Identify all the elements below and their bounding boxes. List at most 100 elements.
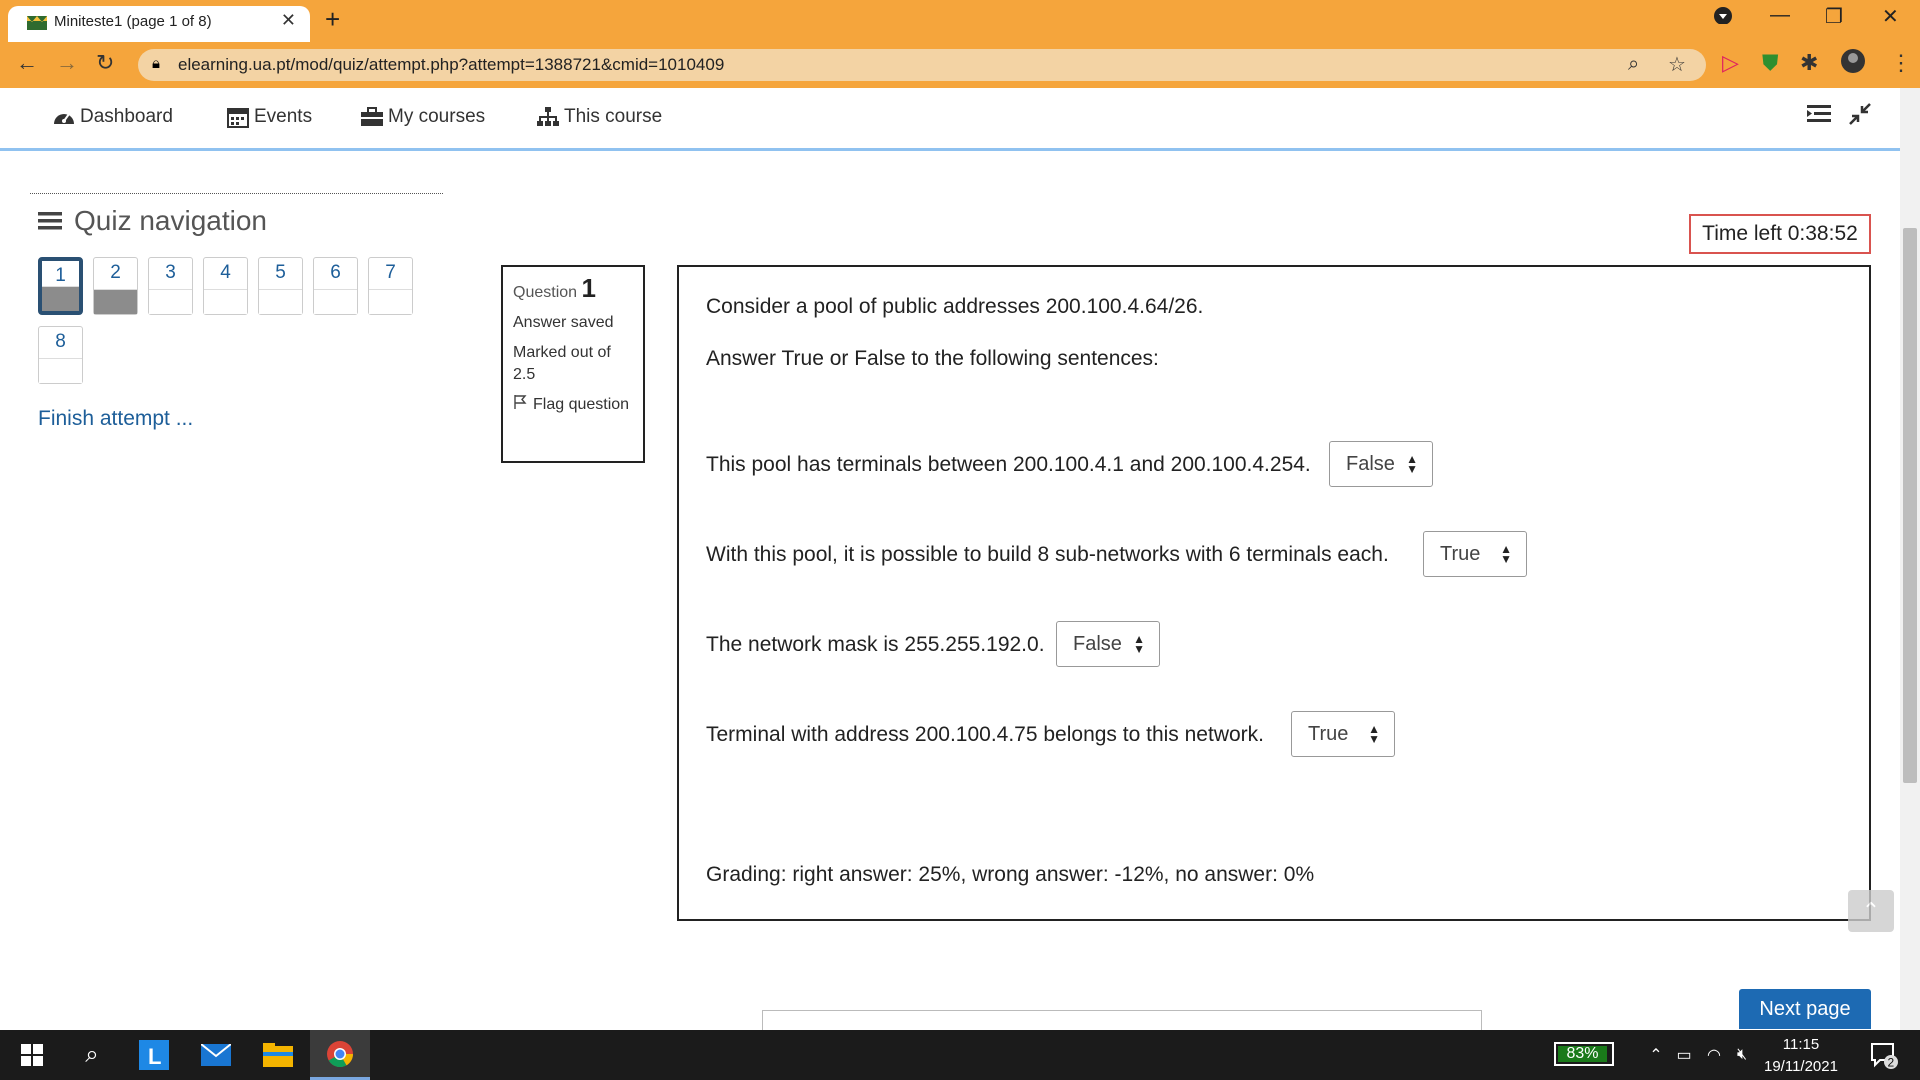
finish-attempt-link[interactable]: Finish attempt ... — [38, 407, 193, 431]
question-content: Consider a pool of public addresses 200.… — [677, 265, 1871, 921]
browser-menu-icon[interactable]: ⋮ — [1890, 50, 1912, 76]
extensions-puzzle-icon[interactable]: ✱ — [1800, 50, 1818, 76]
answer-select-4[interactable]: True ▲ ▼ — [1291, 711, 1395, 757]
notification-count: 2 — [1888, 1056, 1895, 1070]
chevron-up-icon[interactable]: ⌃ — [1646, 1030, 1666, 1080]
forward-icon[interactable]: → — [56, 50, 78, 76]
minimize-icon[interactable]: — — [1770, 4, 1790, 27]
quiz-nav-button-8[interactable]: 8 — [38, 326, 83, 384]
quiz-nav-button-label: 2 — [110, 262, 121, 283]
jump-to-select[interactable] — [762, 1010, 1482, 1031]
app-l-icon[interactable]: L — [136, 1030, 172, 1080]
browser-tab[interactable]: Miniteste1 (page 1 of 8) ✕ — [8, 6, 310, 42]
quiz-nav-button-1[interactable]: 1 — [38, 257, 83, 315]
reload-icon[interactable]: ↻ — [96, 50, 114, 76]
nav-dashboard-label: Dashboard — [80, 106, 173, 127]
zoom-icon[interactable]: ⌕ — [1628, 53, 1639, 76]
dashboard-icon — [54, 113, 74, 124]
quiz-nav-button-7[interactable]: 7 — [368, 257, 413, 315]
flag-question-button[interactable]: Flag question — [513, 394, 633, 417]
collapse-fullscreen-icon[interactable] — [1848, 102, 1872, 131]
svg-text:L: L — [148, 1044, 161, 1069]
statement-3: The network mask is 255.255.192.0. — [706, 633, 1045, 656]
volume-muted-icon[interactable]: 🔇︎ — [1730, 1030, 1754, 1080]
quiz-navigation-header[interactable]: Quiz navigation — [38, 205, 267, 237]
avatar[interactable] — [1840, 48, 1866, 80]
question-instruction: Answer True or False to the following se… — [706, 347, 1159, 370]
battery-percent: 83% — [1558, 1046, 1607, 1062]
windows-start-icon[interactable] — [14, 1030, 50, 1080]
flag-question-label: Flag question — [533, 396, 630, 413]
hamburger-icon — [38, 212, 62, 230]
mail-icon[interactable] — [198, 1030, 234, 1080]
wifi-icon[interactable]: ◠ — [1702, 1030, 1726, 1080]
select-arrows-icon: ▲ ▼ — [1133, 632, 1145, 656]
quiz-nav-button-label: 1 — [55, 265, 66, 286]
nav-my-courses-label: My courses — [388, 106, 486, 127]
quiz-nav-button-4[interactable]: 4 — [203, 257, 248, 315]
grading-info: Grading: right answer: 25%, wrong answer… — [706, 863, 1315, 886]
select-value: True — [1440, 542, 1481, 565]
question-status: Answer saved — [513, 314, 614, 331]
answer-select-1[interactable]: False ▲ ▼ — [1329, 441, 1433, 487]
quiz-nav-button-6[interactable]: 6 — [313, 257, 358, 315]
nav-dashboard[interactable]: Dashboard — [52, 106, 173, 128]
select-value: True — [1308, 722, 1349, 745]
statement-2: With this pool, it is possible to build … — [706, 543, 1389, 566]
file-explorer-icon[interactable] — [260, 1030, 296, 1080]
question-number: 1 — [581, 273, 596, 303]
omnibox[interactable]: 🔒︎ elearning.ua.pt/mod/quiz/attempt.php?… — [138, 49, 1706, 81]
briefcase-icon — [361, 107, 383, 126]
restore-icon[interactable]: ❐ — [1825, 4, 1843, 29]
new-tab-icon[interactable]: + — [325, 4, 340, 35]
lock-icon: 🔒︎ — [152, 55, 160, 72]
extension-shield-icon[interactable]: ⛊ — [1762, 50, 1779, 76]
quiz-nav-button-label: 8 — [55, 331, 66, 352]
quiz-nav-button-label: 4 — [220, 262, 231, 283]
question-info-panel: Question 1 Answer saved Marked out of 2.… — [501, 265, 645, 463]
quiz-nav-button-3[interactable]: 3 — [148, 257, 193, 315]
quiz-nav-button-5[interactable]: 5 — [258, 257, 303, 315]
page-scrollbar-thumb[interactable] — [1903, 228, 1917, 783]
back-icon[interactable]: ← — [16, 50, 38, 76]
toggle-drawer-icon[interactable] — [1806, 102, 1832, 131]
battery-icon[interactable]: ▭ — [1672, 1030, 1696, 1080]
quiz-nav-button-label: 7 — [385, 262, 396, 283]
notifications-icon[interactable]: 2 — [1864, 1030, 1904, 1080]
bookmark-star-icon[interactable]: ☆ — [1668, 52, 1686, 77]
chrome-taskbar-icon[interactable] — [310, 1030, 370, 1080]
scroll-to-top-button[interactable]: ⌃ — [1848, 890, 1894, 932]
nav-events[interactable]: Events — [226, 106, 312, 128]
extension-play-icon[interactable]: ▷ — [1722, 50, 1739, 76]
page-scrollbar[interactable] — [1900, 88, 1920, 1030]
battery-indicator[interactable]: 83% — [1554, 1042, 1614, 1066]
quiz-nav-button-2[interactable]: 2 — [93, 257, 138, 315]
close-window-icon[interactable]: ✕ — [1882, 4, 1899, 29]
select-arrows-icon: ▲ ▼ — [1368, 722, 1380, 746]
nav-this-course[interactable]: This course — [536, 106, 662, 128]
sitemap-icon — [537, 107, 559, 126]
quiz-navigation-title: Quiz navigation — [74, 205, 268, 236]
url-text: elearning.ua.pt/mod/quiz/attempt.php?att… — [178, 55, 725, 74]
browser-tab-bar: Miniteste1 (page 1 of 8) ✕ + — ❐ ✕ — [0, 0, 1920, 42]
nav-my-courses[interactable]: My courses — [360, 106, 485, 128]
taskbar-clock[interactable]: 11:15 19/11/2021 — [1764, 1034, 1838, 1078]
next-page-button[interactable]: Next page — [1739, 989, 1871, 1029]
search-icon[interactable]: ⌕ — [74, 1030, 110, 1080]
calendar-icon — [227, 108, 249, 128]
tab-close-icon[interactable]: ✕ — [281, 10, 296, 31]
profile-dropdown-icon[interactable] — [1713, 4, 1733, 30]
answer-select-2[interactable]: True ▲ ▼ — [1423, 531, 1527, 577]
browser-address-bar: ← → ↻ 🔒︎ elearning.ua.pt/mod/quiz/attemp… — [0, 42, 1920, 88]
windows-taskbar: ⌕ L 83% ⌃ ▭ ◠ 🔇︎ 11:15 19/11/2021 2 — [0, 1030, 1920, 1080]
tab-title: Miniteste1 (page 1 of 8) — [54, 13, 212, 30]
quiz-nav-button-label: 5 — [275, 262, 286, 283]
quiz-nav-button-label: 6 — [330, 262, 341, 283]
quiz-nav-button-label: 3 — [165, 262, 176, 283]
answer-select-3[interactable]: False ▲ ▼ — [1056, 621, 1160, 667]
statement-1: This pool has terminals between 200.100.… — [706, 453, 1311, 476]
select-arrows-icon: ▲ ▼ — [1406, 452, 1418, 476]
clock-time: 11:15 — [1782, 1036, 1820, 1053]
question-label: Question — [513, 284, 578, 301]
time-left: Time left 0:38:52 — [1689, 214, 1871, 254]
